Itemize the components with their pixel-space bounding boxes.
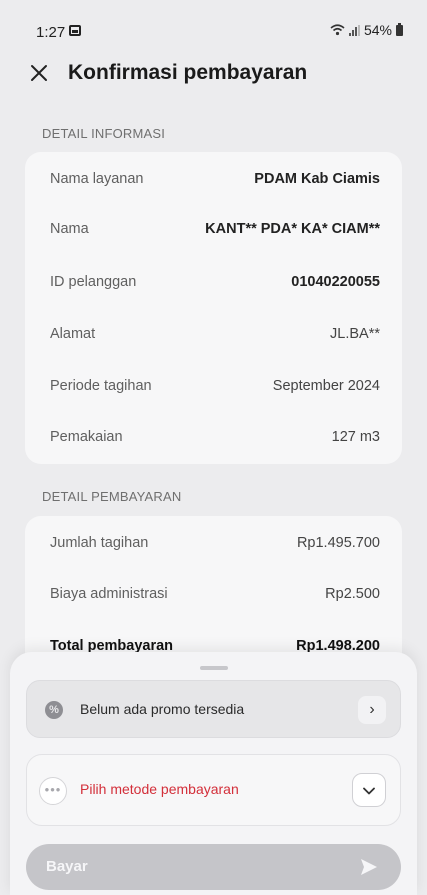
detail-informasi-card: Nama layanan PDAM Kab Ciamis Nama KANT**… bbox=[25, 152, 402, 464]
payment-row-jumlah-tagihan: Jumlah tagihan Rp1.495.700 bbox=[25, 535, 402, 559]
promo-icon: % bbox=[45, 701, 63, 719]
promo-text: Belum ada promo tersedia bbox=[80, 701, 245, 717]
row-value: 127 m3 bbox=[331, 429, 380, 445]
row-value: September 2024 bbox=[272, 378, 380, 394]
row-value: Rp2.500 bbox=[325, 586, 380, 602]
row-value: JL.BA** bbox=[330, 326, 380, 342]
row-label: Periode tagihan bbox=[50, 378, 152, 394]
payment-method-selector[interactable]: ••• Pilih metode pembayaran bbox=[26, 754, 401, 826]
info-row-nama-layanan: Nama layanan PDAM Kab Ciamis bbox=[25, 171, 402, 195]
wifi-icon bbox=[330, 24, 345, 36]
row-value: KANT** PDA* KA* CIAM** bbox=[205, 221, 380, 237]
section-label-detail-pembayaran: DETAIL PEMBAYARAN bbox=[42, 489, 182, 504]
row-value: 01040220055 bbox=[291, 274, 380, 290]
battery-percent: 54% bbox=[363, 22, 392, 38]
info-row-pemakaian: Pemakaian 127 m3 bbox=[25, 429, 402, 453]
page-title: Konfirmasi pembayaran bbox=[68, 61, 308, 84]
promo-selector[interactable]: % Belum ada promo tersedia › bbox=[26, 680, 401, 738]
battery-icon bbox=[396, 22, 403, 36]
row-label: Nama bbox=[50, 221, 89, 237]
row-label: Alamat bbox=[50, 326, 96, 342]
row-label: Biaya administrasi bbox=[50, 586, 168, 602]
row-label: Nama layanan bbox=[50, 171, 144, 187]
section-label-detail-informasi: DETAIL INFORMASI bbox=[42, 126, 166, 141]
row-value: PDAM Kab Ciamis bbox=[254, 171, 380, 187]
payment-bottom-sheet: % Belum ada promo tersedia › ••• Pilih m… bbox=[10, 652, 417, 895]
status-time: 1:27 bbox=[36, 24, 66, 41]
pay-button[interactable]: Bayar bbox=[26, 844, 401, 890]
send-arrow-icon bbox=[361, 859, 377, 875]
more-dots-icon: ••• bbox=[39, 777, 67, 805]
pay-button-label: Bayar bbox=[46, 858, 88, 875]
top-app-bar: Konfirmasi pembayaran bbox=[28, 58, 407, 88]
status-indicators: 54% bbox=[330, 22, 403, 38]
chevron-right-icon[interactable]: › bbox=[358, 696, 386, 724]
chevron-down-icon[interactable] bbox=[352, 773, 386, 807]
info-row-nama: Nama KANT** PDA* KA* CIAM** bbox=[25, 221, 402, 245]
signal-icon bbox=[348, 24, 360, 36]
payment-row-biaya-administrasi: Biaya administrasi Rp2.500 bbox=[25, 586, 402, 610]
drag-handle[interactable] bbox=[199, 666, 228, 670]
row-value: Rp1.495.700 bbox=[296, 535, 380, 551]
close-icon[interactable] bbox=[28, 62, 50, 84]
info-row-id-pelanggan: ID pelanggan 01040220055 bbox=[25, 274, 402, 298]
row-label: Pemakaian bbox=[50, 429, 123, 445]
info-row-periode-tagihan: Periode tagihan September 2024 bbox=[25, 378, 402, 402]
status-bar: 1:27 54% bbox=[0, 0, 427, 41]
row-label: ID pelanggan bbox=[50, 274, 137, 290]
gallery-notification-icon bbox=[69, 25, 81, 36]
payment-method-text: Pilih metode pembayaran bbox=[80, 781, 239, 797]
row-label: Jumlah tagihan bbox=[50, 535, 149, 551]
info-row-alamat: Alamat JL.BA** bbox=[25, 326, 402, 350]
